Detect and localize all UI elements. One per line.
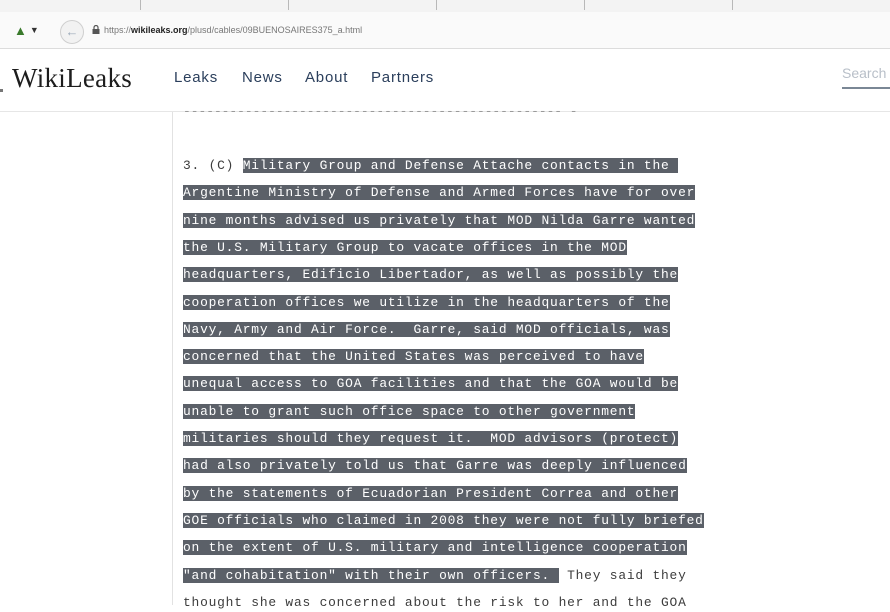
cable-line: concerned that the United States was per… — [183, 347, 644, 366]
selected-text[interactable]: on the extent of U.S. military and intel… — [183, 540, 687, 556]
cable-line: Argentine Ministry of Defense and Armed … — [183, 183, 696, 202]
selected-text[interactable]: militaries should they request it. MOD a… — [183, 431, 679, 446]
tab-divider — [584, 0, 585, 10]
unselected-text[interactable]: They said they — [559, 568, 687, 583]
cable-line: headquarters, Edificio Libertador, as we… — [183, 265, 679, 284]
cable-line: on the extent of U.S. military and intel… — [183, 538, 687, 557]
nav-partners[interactable]: Partners — [371, 69, 434, 86]
search-input[interactable] — [842, 61, 890, 85]
home-icon: ▲ — [14, 23, 27, 38]
home-menu-button[interactable]: ▲ ▼ — [14, 23, 44, 39]
tab-divider — [436, 0, 437, 10]
nav-leaks[interactable]: Leaks — [174, 69, 218, 86]
cable-line: thought she was concerned about the risk… — [183, 593, 687, 612]
cable-content: ----------------------------------------… — [0, 104, 890, 610]
cable-line: Navy, Army and Air Force. Garre, said MO… — [183, 320, 670, 339]
edge-marker — [0, 89, 3, 92]
cable-line: 3. (C) Military Group and Defense Attach… — [183, 156, 679, 175]
selected-text[interactable]: concerned that the United States was per… — [183, 349, 644, 365]
cable-line: militaries should they request it. MOD a… — [183, 429, 679, 448]
cable-line: the U.S. Military Group to vacate office… — [183, 238, 627, 257]
selected-text[interactable]: had also privately told us that Garre wa… — [183, 458, 687, 474]
section-divider: ----------------------------------------… — [183, 104, 578, 119]
tab-divider — [288, 0, 289, 10]
selected-text[interactable]: Navy, Army and Air Force. Garre, said MO… — [183, 321, 670, 337]
nav-news[interactable]: News — [242, 69, 283, 86]
content-border — [172, 112, 173, 605]
cable-paragraph-marker: 3. (C) — [183, 158, 243, 173]
selected-text[interactable]: Military Group and Defense Attache conta… — [242, 158, 679, 173]
nav-about[interactable]: About — [305, 69, 348, 86]
url-scheme: https:// — [104, 25, 132, 35]
cable-line: had also privately told us that Garre wa… — [183, 456, 687, 475]
cable-line: unequal access to GOA facilities and tha… — [183, 374, 679, 393]
address-bar[interactable]: https://wikileaks.org/plusd/cables/09BUE… — [92, 23, 362, 37]
selected-text[interactable]: unable to grant such office space to oth… — [183, 403, 636, 419]
selected-text[interactable]: headquarters, Edificio Libertador, as we… — [183, 267, 679, 283]
cable-line: GOE officials who claimed in 2008 they w… — [183, 511, 704, 530]
site-logo[interactable]: WikiLeaks — [12, 63, 132, 94]
cable-line: unable to grant such office space to oth… — [183, 402, 636, 421]
url-path: /plusd/cables/09BUENOSAIRES375_a.html — [187, 25, 363, 35]
selected-text[interactable]: by the statements of Ecuadorian Presiden… — [183, 485, 679, 501]
back-button[interactable]: ← — [60, 20, 84, 44]
tab-divider — [140, 0, 141, 10]
cable-line: "and cohabitation" with their own office… — [183, 566, 687, 585]
selected-text[interactable]: the U.S. Military Group to vacate office… — [183, 239, 627, 255]
back-arrow-icon: ← — [65, 24, 79, 39]
search-box[interactable] — [842, 61, 890, 89]
cable-line: by the statements of Ecuadorian Presiden… — [183, 484, 679, 503]
selected-text[interactable]: unequal access to GOA facilities and tha… — [183, 376, 679, 392]
selected-text[interactable]: GOE officials who claimed in 2008 they w… — [183, 512, 704, 528]
lock-icon — [92, 25, 100, 34]
cable-line: cooperation offices we utilize in the he… — [183, 293, 670, 312]
tab-divider — [732, 0, 733, 10]
browser-toolbar: ▲ ▼ ← https://wikileaks.org/plusd/cables/… — [0, 12, 890, 49]
selected-text[interactable]: nine months advised us privately that MO… — [183, 212, 696, 228]
selected-text[interactable]: Argentine Ministry of Defense and Armed … — [183, 185, 696, 201]
selected-text[interactable]: cooperation offices we utilize in the he… — [183, 294, 670, 310]
url-domain: wikileaks.org — [131, 25, 188, 35]
cable-line: nine months advised us privately that MO… — [183, 211, 696, 230]
site-header: WikiLeaks Leaks News About Partners — [0, 49, 890, 112]
unselected-text[interactable]: thought she was concerned about the risk… — [183, 595, 687, 610]
selected-text[interactable]: "and cohabitation" with their own office… — [183, 567, 559, 583]
chevron-down-icon: ▼ — [29, 25, 39, 35]
